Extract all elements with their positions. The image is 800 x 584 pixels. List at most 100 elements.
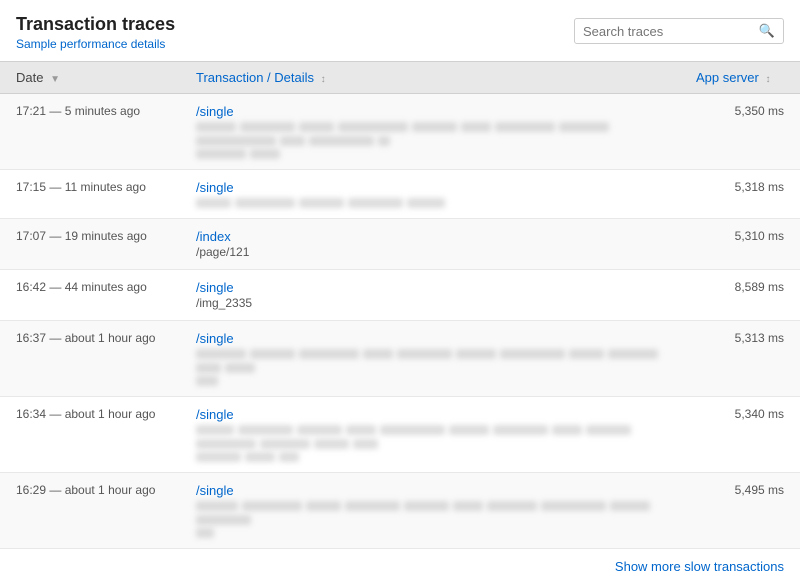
blurred-text-block	[353, 439, 378, 449]
blurred-text-block	[196, 501, 238, 511]
cell-appserver: 5,340 ms	[680, 397, 800, 473]
blurred-text-block	[279, 452, 299, 462]
blurred-text-block	[456, 349, 496, 359]
blurred-text-block	[196, 528, 214, 538]
transaction-path-link[interactable]: /single	[196, 483, 234, 498]
blurred-text-block	[196, 425, 234, 435]
transaction-path-link[interactable]: /single	[196, 104, 234, 119]
cell-transaction: /single	[180, 321, 680, 397]
blurred-text-block	[306, 501, 341, 511]
show-more-link[interactable]: Show more slow transactions	[615, 559, 784, 574]
table-row: 16:34 — about 1 hour ago/single 5,340 ms	[0, 397, 800, 473]
blurred-text-block	[487, 501, 537, 511]
col-appserver: App server ↕	[680, 62, 800, 94]
blurred-text-block	[378, 136, 390, 146]
blurred-detail-line	[196, 122, 664, 146]
blurred-text-block	[552, 425, 582, 435]
blurred-text-block	[338, 122, 408, 132]
blurred-text-block	[196, 363, 221, 373]
search-box[interactable]: 🔍	[574, 18, 784, 44]
blurred-text-block	[449, 425, 489, 435]
blurred-text-block	[196, 122, 236, 132]
transaction-path-link[interactable]: /single	[196, 280, 234, 295]
blurred-text-block	[196, 136, 276, 146]
blurred-text-block	[380, 425, 445, 435]
cell-transaction: /single	[180, 473, 680, 549]
blurred-text-block	[500, 349, 565, 359]
table-row: 16:37 — about 1 hour ago/single 5,313 ms	[0, 321, 800, 397]
blurred-text-block	[314, 439, 349, 449]
blurred-text-block	[493, 425, 548, 435]
cell-date: 17:07 — 19 minutes ago	[0, 219, 180, 270]
blurred-text-block	[363, 349, 393, 359]
blurred-text-block	[238, 425, 293, 435]
blurred-detail-line	[196, 452, 664, 462]
blurred-text-block	[196, 349, 246, 359]
blurred-text-block	[569, 349, 604, 359]
blurred-text-block	[196, 198, 231, 208]
blurred-text-block	[240, 122, 295, 132]
transaction-path-link[interactable]: /single	[196, 407, 234, 422]
blurred-text-block	[309, 136, 374, 146]
search-icon: 🔍	[759, 23, 775, 39]
cell-transaction: /single	[180, 170, 680, 219]
sort-arrow-date: ▼	[50, 74, 60, 85]
blurred-text-block	[250, 349, 295, 359]
blurred-text-block	[196, 376, 218, 386]
blurred-text-block	[260, 439, 310, 449]
table-row: 16:42 — 44 minutes ago/single/img_23358,…	[0, 270, 800, 321]
table-row: 17:07 — 19 minutes ago/index/page/1215,3…	[0, 219, 800, 270]
blurred-text-block	[608, 349, 658, 359]
blurred-text-block	[297, 425, 342, 435]
blurred-text-block	[586, 425, 631, 435]
blurred-detail-line	[196, 501, 664, 525]
blurred-text-block	[412, 122, 457, 132]
blurred-text-block	[299, 122, 334, 132]
blurred-detail-line	[196, 528, 664, 538]
blurred-detail-line	[196, 376, 664, 386]
sort-arrow-appserver: ↕	[766, 74, 771, 85]
table-body: 17:21 — 5 minutes ago/single 5,350 ms17:…	[0, 94, 800, 549]
cell-appserver: 5,350 ms	[680, 94, 800, 170]
blurred-detail-line	[196, 149, 664, 159]
blurred-detail-line	[196, 425, 664, 449]
transaction-path-link[interactable]: /index	[196, 229, 231, 244]
cell-date: 16:42 — 44 minutes ago	[0, 270, 180, 321]
cell-transaction: /single	[180, 397, 680, 473]
blurred-text-block	[610, 501, 650, 511]
blurred-text-block	[196, 439, 256, 449]
traces-table: Date ▼ Transaction / Details ↕ App serve…	[0, 61, 800, 549]
transaction-path-link[interactable]: /single	[196, 331, 234, 346]
blurred-text-block	[235, 198, 295, 208]
blurred-text-block	[250, 149, 280, 159]
blurred-text-block	[397, 349, 452, 359]
blurred-detail-line	[196, 198, 664, 208]
footer: Show more slow transactions	[0, 549, 800, 584]
cell-date: 17:15 — 11 minutes ago	[0, 170, 180, 219]
blurred-text-block	[299, 349, 359, 359]
cell-transaction: /single/img_2335	[180, 270, 680, 321]
table-header: Date ▼ Transaction / Details ↕ App serve…	[0, 62, 800, 94]
blurred-text-block	[559, 122, 609, 132]
blurred-text-block	[453, 501, 483, 511]
blurred-text-block	[348, 198, 403, 208]
blurred-text-block	[242, 501, 302, 511]
header-left: Transaction traces Sample performance de…	[16, 14, 175, 51]
cell-appserver: 5,313 ms	[680, 321, 800, 397]
blurred-text-block	[461, 122, 491, 132]
blurred-text-block	[245, 452, 275, 462]
transaction-subpath: /img_2335	[196, 296, 664, 310]
blurred-text-block	[346, 425, 376, 435]
blurred-text-block	[404, 501, 449, 511]
transaction-path-link[interactable]: /single	[196, 180, 234, 195]
blurred-text-block	[299, 198, 344, 208]
page-subtitle: Sample performance details	[16, 37, 175, 51]
blurred-text-block	[196, 149, 246, 159]
blurred-detail-line	[196, 349, 664, 373]
table-row: 17:21 — 5 minutes ago/single 5,350 ms	[0, 94, 800, 170]
search-input[interactable]	[583, 24, 755, 39]
cell-date: 16:29 — about 1 hour ago	[0, 473, 180, 549]
col-date: Date ▼	[0, 62, 180, 94]
col-transaction: Transaction / Details ↕	[180, 62, 680, 94]
cell-transaction: /single	[180, 94, 680, 170]
